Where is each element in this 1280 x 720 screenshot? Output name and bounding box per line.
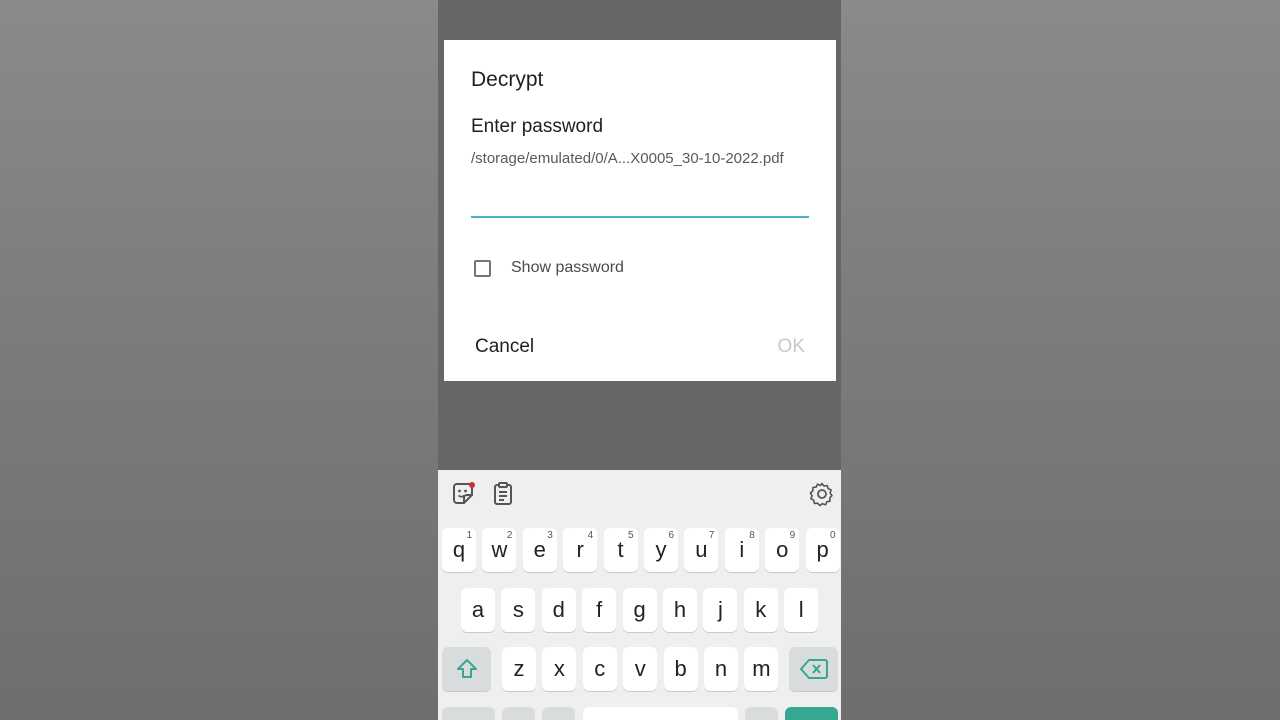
key-label: h [673,597,687,622]
key-hint: 8 [749,530,755,541]
key-label: l [798,597,804,622]
key-h[interactable]: h [663,588,697,632]
shift-icon [456,659,477,678]
sticker-icon[interactable] [450,481,476,507]
keyboard-toolbar [438,470,841,518]
key-hint: 5 [628,530,634,541]
key-label: p [816,537,829,562]
key-o[interactable]: o9 [765,528,800,572]
period-key[interactable] [745,707,778,720]
phone-screen: Decrypt Enter password /storage/emulated… [438,0,841,720]
key-hint: 2 [506,530,513,541]
key-label: x [553,656,565,681]
backspace-key[interactable] [789,647,838,691]
key-label: f [596,597,603,622]
clipboard-icon[interactable] [490,481,516,507]
shift-key[interactable] [442,647,491,691]
key-hint: 0 [830,530,836,541]
key-i[interactable]: i8 [724,528,759,572]
key-v[interactable]: v [623,647,658,691]
key-label: k [755,597,767,622]
key-label: e [533,537,546,562]
cancel-button[interactable]: Cancel [475,336,534,358]
password-input[interactable] [471,190,809,218]
show-password-label: Show password [511,259,624,276]
key-l[interactable]: l [784,588,819,632]
key-label: c [594,656,606,681]
dialog-title: Decrypt [471,68,544,91]
key-label: m [752,656,771,681]
key-f[interactable]: f [582,588,617,632]
key-j[interactable]: j [703,588,738,632]
key-label: j [717,597,723,622]
file-path: /storage/emulated/0/A...X0005_30-10-2022… [471,150,784,167]
key-p[interactable]: p0 [805,528,840,572]
key-label: i [739,537,745,562]
key-x[interactable]: x [542,647,577,691]
key-hint: 1 [466,530,472,541]
key-m[interactable]: m [744,647,779,691]
key-e[interactable]: e3 [522,528,557,572]
key-n[interactable]: n [704,647,738,691]
emoji-key[interactable] [442,707,495,720]
key-c[interactable]: c [582,647,617,691]
gear-icon[interactable] [809,481,835,507]
key-label: o [776,537,789,562]
key-k[interactable]: k [743,588,778,632]
key-label: q [452,537,466,562]
key-hint: 7 [708,530,715,541]
space-key[interactable] [583,707,738,720]
key-y[interactable]: y6 [644,528,678,572]
ok-button[interactable]: OK [778,336,805,358]
key-label: b [674,656,687,681]
key-label: r [576,537,584,562]
language-key[interactable] [542,707,575,720]
key-d[interactable]: d [541,588,576,632]
key-hint: 3 [547,530,553,541]
dialog-subtitle: Enter password [471,116,604,137]
key-label: u [695,537,708,562]
key-w[interactable]: w2 [482,528,517,572]
key-t[interactable]: t5 [603,528,638,572]
show-password-checkbox[interactable] [474,259,491,277]
key-u[interactable]: u7 [684,528,719,572]
key-hint: 4 [587,530,594,541]
key-label: g [633,597,646,622]
key-label: a [471,597,485,622]
key-hint: 6 [668,530,674,541]
key-b[interactable]: b [663,647,698,691]
key-label: d [552,597,565,622]
key-label: t [617,537,624,562]
show-password-row[interactable]: Show password [474,259,624,277]
key-q[interactable]: q1 [442,528,476,572]
key-z[interactable]: z [502,647,536,691]
key-s[interactable]: s [501,588,536,632]
key-label: s [512,597,524,622]
key-hint: 9 [789,530,796,541]
key-g[interactable]: g [622,588,657,632]
key-r[interactable]: r4 [563,528,598,572]
key-label: v [634,656,646,681]
decrypt-dialog: Decrypt Enter password /storage/emulated… [444,40,836,381]
comma-key[interactable] [502,707,535,720]
soft-keyboard: q1w2e3r4t5y6u7i8o9p0asdfghjklzxcvbnm [438,470,841,720]
enter-key[interactable] [785,707,838,720]
key-label: n [714,656,728,681]
key-label: w [491,537,508,562]
key-a[interactable]: a [461,588,495,632]
backspace-icon [799,659,828,679]
key-label: y [655,537,667,562]
key-label: z [513,656,525,681]
